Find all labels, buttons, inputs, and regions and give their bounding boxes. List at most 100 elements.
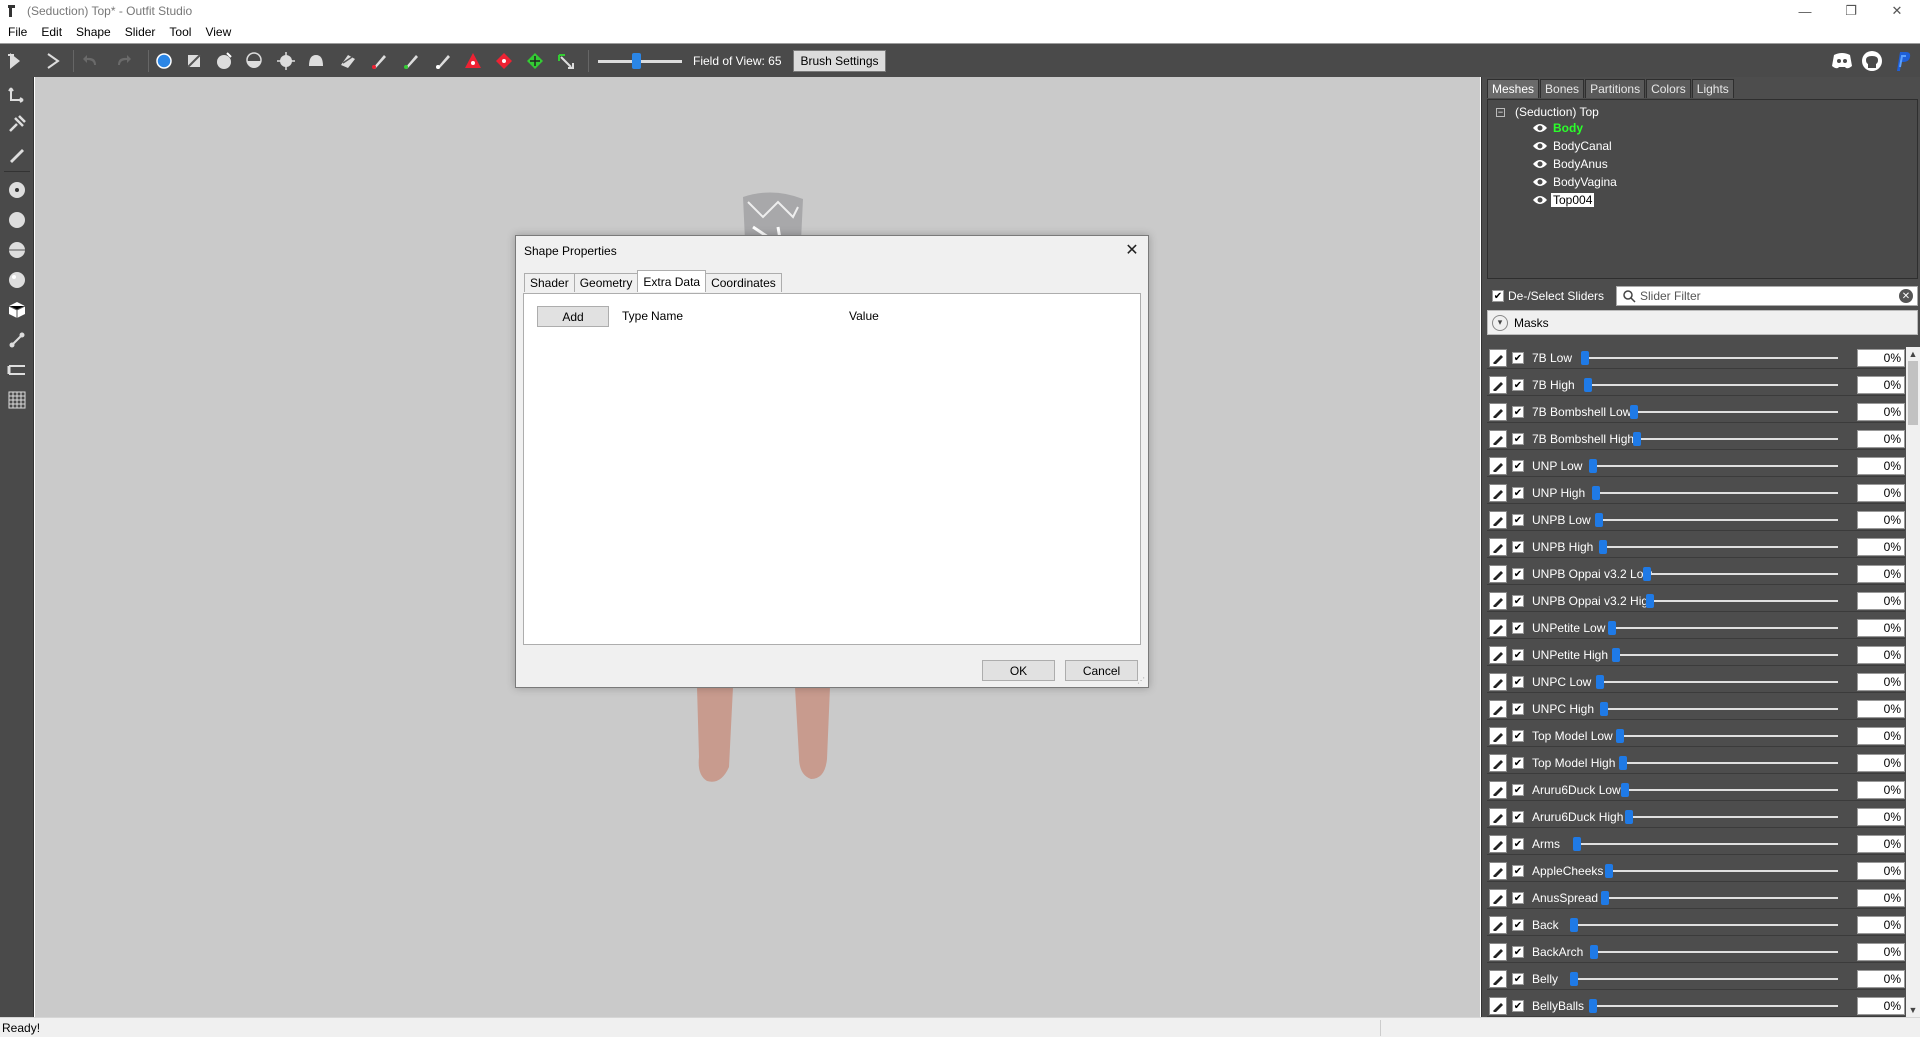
slider-value-field[interactable]: 0% bbox=[1857, 430, 1905, 448]
brush-undiff-icon[interactable] bbox=[337, 50, 359, 72]
edit-slider-icon[interactable] bbox=[1489, 862, 1507, 880]
select-icon[interactable] bbox=[5, 50, 27, 72]
slider-track[interactable] bbox=[1633, 411, 1838, 413]
collapse-icon[interactable] bbox=[524, 50, 546, 72]
slider-thumb[interactable] bbox=[1596, 675, 1604, 689]
flip-icon[interactable] bbox=[555, 50, 577, 72]
transform-icon[interactable] bbox=[42, 50, 64, 72]
menu-tool[interactable]: Tool bbox=[161, 25, 197, 39]
tab-meshes[interactable]: Meshes bbox=[1487, 79, 1540, 98]
menu-edit[interactable]: Edit bbox=[33, 25, 68, 39]
slider-track[interactable] bbox=[1587, 384, 1838, 386]
slider-checkbox[interactable]: ✔ bbox=[1512, 865, 1524, 877]
slider-filter-input[interactable]: Slider Filter ✕ bbox=[1616, 286, 1918, 306]
slider-track[interactable] bbox=[1624, 789, 1838, 791]
slider-checkbox[interactable]: ✔ bbox=[1512, 352, 1524, 364]
edit-slider-icon[interactable] bbox=[1489, 592, 1507, 610]
tab-extra-data[interactable]: Extra Data bbox=[637, 270, 707, 292]
edit-slider-icon[interactable] bbox=[1489, 808, 1507, 826]
slider-value-field[interactable]: 0% bbox=[1857, 970, 1905, 988]
edit-slider-icon[interactable] bbox=[1489, 511, 1507, 529]
edit-slider-icon[interactable] bbox=[1489, 835, 1507, 853]
pen-tool-icon[interactable] bbox=[4, 141, 30, 167]
tree-item-top004[interactable]: Top004 bbox=[1532, 192, 1595, 208]
slider-value-field[interactable]: 0% bbox=[1857, 619, 1905, 637]
brush-standard-icon[interactable] bbox=[153, 50, 175, 72]
slider-checkbox[interactable]: ✔ bbox=[1512, 1000, 1524, 1012]
collapse-icon[interactable]: − bbox=[1496, 107, 1505, 117]
slider-checkbox[interactable]: ✔ bbox=[1512, 811, 1524, 823]
slider-value-field[interactable]: 0% bbox=[1857, 376, 1905, 394]
slider-track[interactable] bbox=[1599, 681, 1838, 683]
edit-slider-icon[interactable] bbox=[1489, 430, 1507, 448]
dialog-close-icon[interactable]: ✕ bbox=[1122, 240, 1142, 260]
edit-slider-icon[interactable] bbox=[1489, 727, 1507, 745]
slider-track[interactable] bbox=[1573, 924, 1838, 926]
slider-thumb[interactable] bbox=[1595, 513, 1603, 527]
slider-thumb[interactable] bbox=[1589, 999, 1597, 1013]
slider-checkbox[interactable]: ✔ bbox=[1512, 568, 1524, 580]
slider-checkbox[interactable]: ✔ bbox=[1512, 487, 1524, 499]
slider-value-field[interactable]: 0% bbox=[1857, 700, 1905, 718]
slider-track[interactable] bbox=[1598, 519, 1838, 521]
menu-file[interactable]: File bbox=[0, 25, 33, 39]
brush-alpha-icon[interactable] bbox=[432, 50, 454, 72]
slider-thumb[interactable] bbox=[1608, 621, 1616, 635]
slider-thumb[interactable] bbox=[1619, 756, 1627, 770]
slider-value-field[interactable]: 0% bbox=[1857, 403, 1905, 421]
tab-geometry[interactable]: Geometry bbox=[573, 273, 639, 292]
tree-item-bodyanus[interactable]: BodyAnus bbox=[1532, 156, 1610, 172]
slider-checkbox[interactable]: ✔ bbox=[1512, 514, 1524, 526]
slider-checkbox[interactable]: ✔ bbox=[1512, 757, 1524, 769]
tab-coordinates[interactable]: Coordinates bbox=[705, 273, 782, 292]
brush-inflate-icon[interactable] bbox=[213, 50, 235, 72]
discord-icon[interactable] bbox=[1830, 49, 1854, 73]
eye-icon[interactable] bbox=[1532, 176, 1548, 188]
edit-slider-icon[interactable] bbox=[1489, 889, 1507, 907]
paypal-icon[interactable] bbox=[1890, 49, 1914, 73]
slider-track[interactable] bbox=[1604, 897, 1838, 899]
slider-track[interactable] bbox=[1595, 492, 1838, 494]
slider-thumb[interactable] bbox=[1646, 594, 1654, 608]
slider-thumb[interactable] bbox=[1599, 540, 1607, 554]
edit-slider-icon[interactable] bbox=[1489, 916, 1507, 934]
brush-weight-icon[interactable] bbox=[368, 50, 390, 72]
edit-slider-icon[interactable] bbox=[1489, 997, 1507, 1015]
slider-track[interactable] bbox=[1573, 978, 1838, 980]
edit-slider-icon[interactable] bbox=[1489, 619, 1507, 637]
brush-size-2-icon[interactable] bbox=[4, 207, 30, 233]
tab-colors[interactable]: Colors bbox=[1646, 79, 1691, 98]
slider-value-field[interactable]: 0% bbox=[1857, 484, 1905, 502]
slider-thumb[interactable] bbox=[1584, 378, 1592, 392]
scroll-thumb[interactable] bbox=[1908, 361, 1918, 425]
edit-slider-icon[interactable] bbox=[1489, 403, 1507, 421]
edit-slider-icon[interactable] bbox=[1489, 673, 1507, 691]
add-button[interactable]: Add bbox=[537, 306, 609, 327]
slider-checkbox[interactable]: ✔ bbox=[1512, 892, 1524, 904]
menu-view[interactable]: View bbox=[197, 25, 237, 39]
edit-slider-icon[interactable] bbox=[1489, 349, 1507, 367]
pivot-tool-icon[interactable] bbox=[4, 111, 30, 137]
slider-checkbox[interactable]: ✔ bbox=[1512, 973, 1524, 985]
menu-shape[interactable]: Shape bbox=[68, 25, 117, 39]
eye-icon[interactable] bbox=[1532, 158, 1548, 170]
tab-lights[interactable]: Lights bbox=[1691, 79, 1734, 98]
brush-settings-button[interactable]: Brush Settings bbox=[793, 50, 886, 72]
tab-shader[interactable]: Shader bbox=[524, 273, 575, 292]
slider-value-field[interactable]: 0% bbox=[1857, 511, 1905, 529]
brush-size-3-icon[interactable] bbox=[4, 237, 30, 263]
cancel-button[interactable]: Cancel bbox=[1065, 660, 1138, 681]
slider-thumb[interactable] bbox=[1573, 837, 1581, 851]
tab-bones[interactable]: Bones bbox=[1540, 79, 1585, 98]
slider-checkbox[interactable]: ✔ bbox=[1512, 379, 1524, 391]
edit-slider-icon[interactable] bbox=[1489, 970, 1507, 988]
slider-checkbox[interactable]: ✔ bbox=[1512, 730, 1524, 742]
slider-track[interactable] bbox=[1622, 762, 1838, 764]
slider-checkbox[interactable]: ✔ bbox=[1512, 919, 1524, 931]
slider-value-field[interactable]: 0% bbox=[1857, 862, 1905, 880]
slider-checkbox[interactable]: ✔ bbox=[1512, 784, 1524, 796]
slider-thumb[interactable] bbox=[1630, 405, 1638, 419]
edit-slider-icon[interactable] bbox=[1489, 781, 1507, 799]
brush-smooth-icon[interactable] bbox=[305, 50, 327, 72]
slider-track[interactable] bbox=[1628, 816, 1838, 818]
